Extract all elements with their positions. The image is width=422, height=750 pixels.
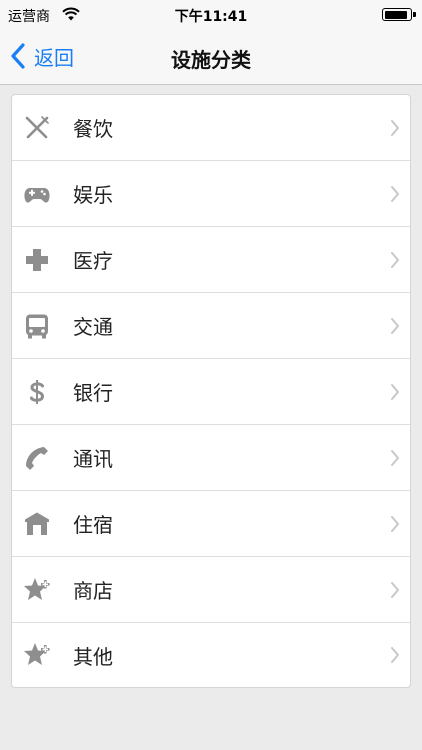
category-row[interactable]: 医疗: [12, 227, 410, 293]
phone-icon: [23, 444, 51, 472]
fork-knife-icon: [23, 114, 51, 142]
category-label: 交通: [73, 315, 113, 339]
category-row[interactable]: 交通: [12, 293, 410, 359]
chevron-right-icon: [390, 119, 400, 137]
chevron-right-icon: [390, 383, 400, 401]
dollar-icon: [23, 378, 51, 406]
category-label: 娱乐: [73, 183, 113, 207]
chevron-right-icon: [390, 515, 400, 533]
category-row[interactable]: 娱乐: [12, 161, 410, 227]
chevron-right-icon: [390, 251, 400, 269]
category-row[interactable]: 其他: [12, 623, 410, 687]
chevron-right-icon: [390, 646, 400, 664]
chevron-right-icon: [390, 185, 400, 203]
medical-cross-icon: [23, 246, 51, 274]
category-label: 其他: [73, 644, 113, 669]
category-row[interactable]: 商店: [12, 557, 410, 623]
chevron-right-icon: [390, 449, 400, 467]
house-icon: [23, 510, 51, 538]
battery-level-fill: [384, 10, 407, 19]
status-time: 下午11:41: [174, 9, 248, 25]
category-list: 餐饮 娱乐 医疗 交通 银行 通讯 住宿 商店 其他: [11, 94, 411, 688]
chevron-right-icon: [390, 581, 400, 599]
status-bar: 运营商 下午11:41: [0, 0, 422, 30]
category-row[interactable]: 餐饮: [12, 95, 410, 161]
category-label: 通讯: [73, 447, 113, 471]
gamepad-icon: [23, 180, 51, 208]
category-label: 银行: [73, 381, 113, 405]
category-label: 住宿: [73, 513, 113, 537]
category-label: 医疗: [73, 249, 113, 273]
category-row[interactable]: 通讯: [12, 425, 410, 491]
category-row[interactable]: 银行: [12, 359, 410, 425]
star-plus-icon: [23, 641, 51, 669]
category-label: 商店: [73, 579, 113, 603]
chevron-right-icon: [390, 317, 400, 335]
navigation-bar: 返回 设施分类: [0, 30, 422, 85]
category-label: 餐饮: [73, 117, 113, 141]
star-plus-icon: [23, 576, 51, 604]
category-row[interactable]: 住宿: [12, 491, 410, 557]
battery-icon: [382, 8, 416, 21]
page-title: 设施分类: [171, 48, 251, 72]
bus-icon: [23, 312, 51, 340]
